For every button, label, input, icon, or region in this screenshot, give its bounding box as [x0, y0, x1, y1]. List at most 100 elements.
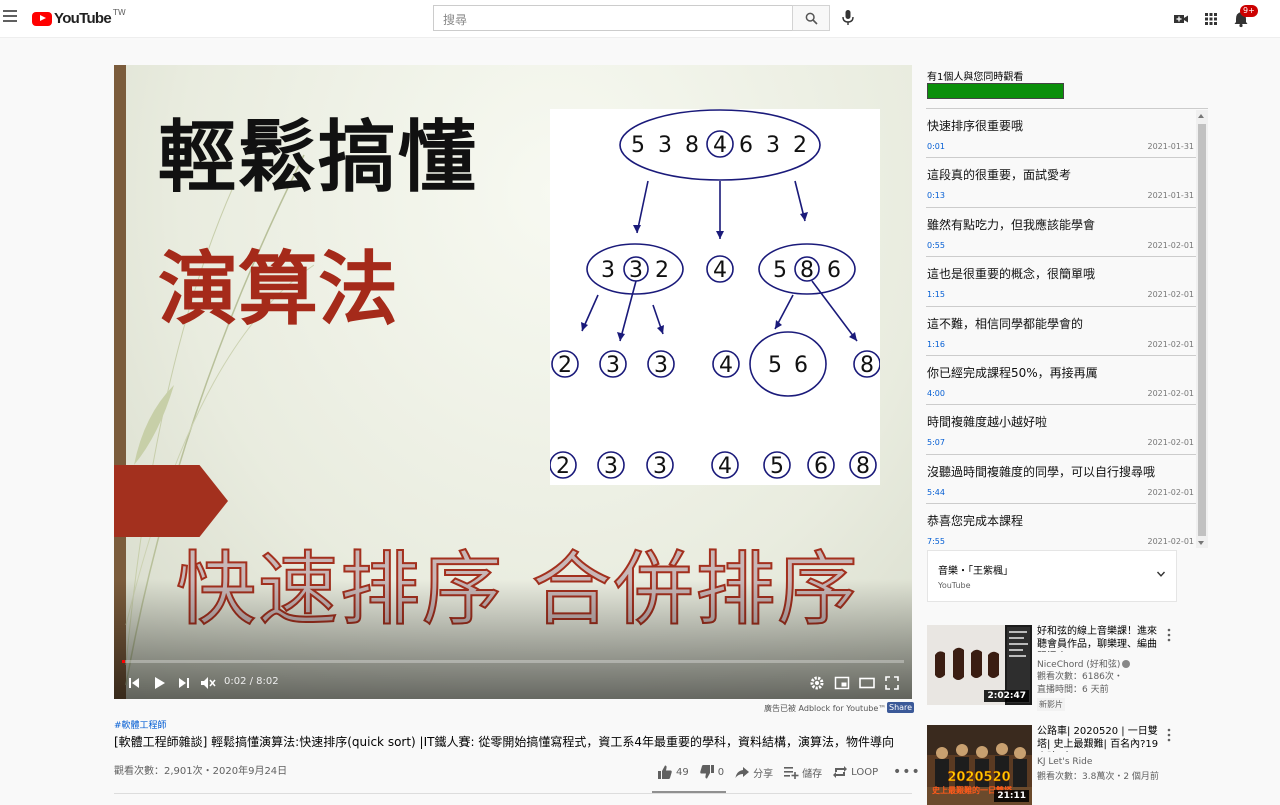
- stream-time: 直播時間：6 天前: [1037, 685, 1109, 695]
- save-label: 儲存: [802, 768, 823, 780]
- scroll-down-arrow-icon[interactable]: [1198, 541, 1204, 545]
- comment-timestamp-link[interactable]: 0:55: [927, 241, 945, 250]
- notification-count-badge: 9+: [1240, 5, 1258, 17]
- loop-button[interactable]: LOOP: [832, 764, 878, 780]
- video-meta: 觀看次數：3.8萬次・2 個月前: [1037, 771, 1159, 784]
- music-title: 音樂・「王紫楓」: [938, 566, 1013, 577]
- timestamp-comment[interactable]: 時間複雜度越小越好啦 5:07 2021-02-01: [926, 405, 1196, 455]
- new-video-badge: 新影片: [1037, 698, 1065, 711]
- recommended-video[interactable]: 2:02:47 好和弦的線上音樂課！進來聽會員作品，聊樂理、編曲跟混音～ Nic…: [927, 625, 1197, 711]
- diagram-number: 4: [718, 454, 732, 479]
- miniplayer-icon[interactable]: [833, 674, 851, 692]
- share-arrow-icon: [735, 767, 750, 778]
- comment-timestamp-link[interactable]: 1:15: [927, 290, 945, 299]
- diagram-number: 5: [631, 133, 645, 158]
- diagram-number: 3: [604, 454, 618, 479]
- create-video-icon[interactable]: [1172, 10, 1190, 28]
- adblock-note: 廣告已被 Adblock for Youtube™ 移除: [764, 704, 905, 713]
- video-player[interactable]: 輕鬆搞懂 演算法 5384632332458 6 2 3 3 4 5 6 8 2…: [114, 65, 912, 699]
- comment-timestamp-link[interactable]: 7:55: [927, 537, 945, 546]
- video-title[interactable]: 公路車| 2020520 | 一日雙塔| 史上最艱難| 百名內?19小時?完…: [1037, 725, 1162, 752]
- progress-bar[interactable]: [122, 660, 904, 663]
- previous-icon[interactable]: [125, 674, 143, 692]
- comment-timestamp-link[interactable]: 0:01: [927, 142, 945, 151]
- theater-mode-icon[interactable]: [858, 674, 876, 692]
- comment-text: 這不難，相信同學都能學會的: [927, 316, 1084, 331]
- next-icon[interactable]: [175, 674, 193, 692]
- youtube-logo[interactable]: YouTube TW: [32, 8, 126, 27]
- video-hashtag[interactable]: #軟體工程師: [114, 718, 167, 731]
- diagram-number: 3: [629, 258, 643, 283]
- more-actions-button[interactable]: •••: [893, 764, 921, 780]
- video-title: [軟體工程師雜談] 輕鬆搞懂演算法:快速排序(quick sort) |IT鐵人…: [114, 735, 894, 749]
- comment-text: 雖然有點吃力，但我應該能學會: [927, 217, 1096, 232]
- play-icon[interactable]: [150, 674, 168, 692]
- diagram-number: 8: [856, 454, 870, 479]
- video-actions: 49 0 分享 儲存 LOOP: [657, 762, 888, 782]
- comment-date: 2021-02-01: [1147, 339, 1195, 349]
- comment-date: 2021-02-01: [1147, 290, 1195, 300]
- comment-timestamp-link[interactable]: 5:07: [927, 438, 945, 447]
- volume-muted-icon[interactable]: [199, 674, 217, 692]
- diagram-number: 8: [685, 133, 699, 158]
- settings-gear-icon[interactable]: [808, 674, 826, 692]
- search-button[interactable]: [792, 5, 830, 31]
- scroll-up-arrow-icon[interactable]: [1198, 114, 1204, 118]
- comment-date: 2021-02-01: [1147, 438, 1195, 448]
- video-views-date: 觀看次數：2,901次・2020年9月24日: [114, 766, 288, 777]
- comment-timestamp-link[interactable]: 5:44: [927, 488, 945, 497]
- channel-name[interactable]: NiceChord (好和弦): [1037, 657, 1131, 670]
- music-card[interactable]: 音樂・「王紫楓」 YouTube: [927, 550, 1177, 602]
- timestamp-comment[interactable]: 這段真的很重要，面試愛考 0:13 2021-01-31: [926, 158, 1196, 208]
- comment-date: 2021-01-31: [1147, 142, 1195, 151]
- diagram-number: 6: [827, 258, 841, 283]
- concurrent-viewers-text: 有1個人與您同時觀看: [927, 72, 1024, 83]
- channel-name-text: NiceChord (好和弦): [1037, 660, 1121, 670]
- adblock-share-button[interactable]: Share: [887, 702, 915, 713]
- more-vert-icon[interactable]: [1167, 628, 1171, 642]
- timestamp-comment[interactable]: 你已經完成課程50%，再接再厲 4:00 2021-02-01: [926, 356, 1196, 406]
- diagram-number: 2: [556, 454, 570, 479]
- diagram-number: 4: [713, 258, 727, 283]
- timestamp-comment[interactable]: 恭喜您完成本課程 7:55 2021-02-01: [926, 504, 1196, 548]
- timestamp-comment[interactable]: 快速排序很重要哦 0:01 2021-01-31: [926, 109, 1196, 159]
- share-label: 分享: [753, 768, 774, 780]
- chevron-down-icon[interactable]: [1156, 569, 1166, 579]
- comment-timestamp-link[interactable]: 4:00: [927, 389, 945, 398]
- verified-icon: [1122, 660, 1131, 668]
- like-button[interactable]: 49: [657, 764, 689, 780]
- like-count: 49: [676, 766, 689, 778]
- diagram-number: 2: [793, 133, 807, 158]
- progress-fill: [122, 660, 126, 663]
- search-input[interactable]: 搜尋: [433, 5, 793, 31]
- diagram-number: 3: [654, 353, 668, 378]
- comment-text: 恭喜您完成本課程: [927, 514, 1024, 529]
- view-count: 觀看次數：3.8萬次・2 個月前: [1037, 772, 1159, 782]
- hamburger-menu-icon[interactable]: [3, 10, 17, 24]
- dislike-button[interactable]: 0: [699, 764, 724, 780]
- timestamp-comment[interactable]: 沒聽過時間複雜度的同學，可以自行搜尋哦 5:44 2021-02-01: [926, 455, 1196, 505]
- comment-timestamp-link[interactable]: 1:16: [927, 340, 945, 349]
- comments-scrollbar[interactable]: [1196, 110, 1208, 548]
- thumbnail-text: 2020520: [947, 770, 1010, 785]
- search-icon: [805, 12, 818, 25]
- more-vert-icon[interactable]: [1167, 728, 1171, 742]
- timestamp-comment[interactable]: 這也是很重要的概念，很簡單哦 1:15 2021-02-01: [926, 257, 1196, 307]
- timestamp-comment[interactable]: 這不難，相信同學都能學會的 1:16 2021-02-01: [926, 307, 1196, 356]
- share-button[interactable]: 分享: [734, 764, 773, 780]
- recommended-video[interactable]: 2020520 史上最艱難的一日雙塔 21:11 公路車| 2020520 | …: [927, 725, 1197, 805]
- video-thumbnail[interactable]: 2:02:47: [927, 625, 1032, 705]
- video-title[interactable]: 好和弦的線上音樂課！進來聽會員作品，聊樂理、編曲跟混音～: [1037, 625, 1162, 652]
- scroll-thumb[interactable]: [1198, 124, 1206, 536]
- loop-label: LOOP: [851, 766, 879, 778]
- timestamp-comments-panel: 快速排序很重要哦 0:01 2021-01-31 這段真的很重要，面試愛考 0:13 20…: [926, 108, 1208, 548]
- video-thumbnail[interactable]: 2020520 史上最艱難的一日雙塔 21:11: [927, 725, 1032, 805]
- fullscreen-icon[interactable]: [883, 674, 901, 692]
- channel-name[interactable]: KJ Let's Ride: [1037, 757, 1092, 767]
- comment-timestamp-link[interactable]: 0:13: [927, 191, 945, 200]
- comment-text: 這也是很重要的概念，很簡單哦: [927, 267, 1096, 282]
- save-button[interactable]: 儲存: [783, 764, 822, 780]
- microphone-icon[interactable]: [841, 9, 855, 27]
- timestamp-comment[interactable]: 雖然有點吃力，但我應該能學會 0:55 2021-02-01: [926, 208, 1196, 258]
- apps-grid-icon[interactable]: [1202, 10, 1220, 28]
